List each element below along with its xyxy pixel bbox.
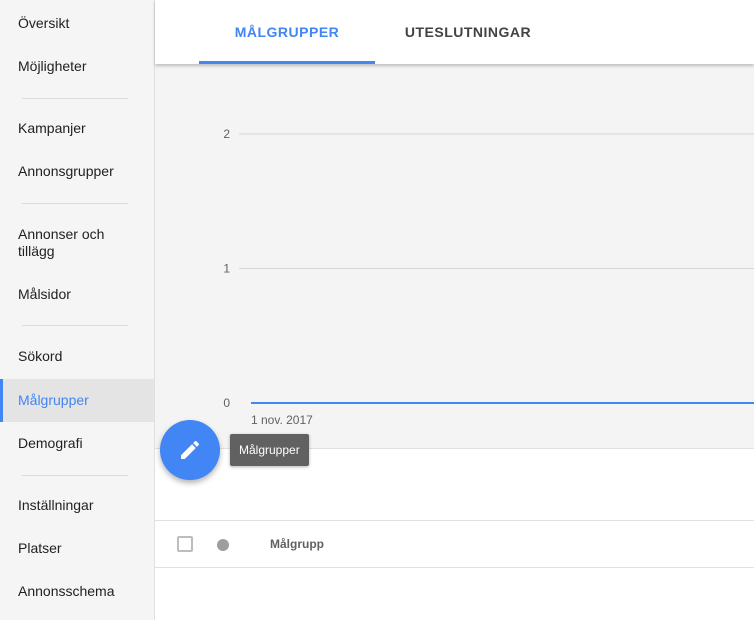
sidebar-item-annonser[interactable]: Annonser och tillägg bbox=[0, 221, 154, 265]
tab-bar: MÅLGRUPPER UTESLUTNINGAR bbox=[155, 0, 754, 64]
sidebar-item-label: Annonsgrupper bbox=[18, 163, 114, 179]
sidebar-item-malsidor[interactable]: Målsidor bbox=[0, 273, 154, 316]
sidebar-item-label: Platser bbox=[18, 540, 62, 556]
sidebar-divider bbox=[22, 203, 128, 204]
sidebar-item-label: Inställningar bbox=[18, 497, 94, 513]
sidebar-item-label: Målsidor bbox=[18, 286, 71, 302]
y-tick-label: 1 bbox=[223, 262, 230, 276]
column-header-malgrupp[interactable]: Målgrupp bbox=[270, 521, 324, 567]
sidebar-divider bbox=[22, 475, 128, 476]
y-tick-label: 2 bbox=[223, 127, 230, 141]
active-tab-indicator bbox=[199, 61, 375, 64]
tab-malgrupper[interactable]: MÅLGRUPPER bbox=[199, 0, 375, 64]
sidebar-divider bbox=[22, 325, 128, 326]
sidebar-item-label: Annonsschema bbox=[18, 583, 115, 599]
sidebar-item-label: Översikt bbox=[18, 15, 70, 31]
sidebar-item-label: Målgrupper bbox=[18, 392, 89, 408]
sidebar-item-label: Annonser och tillägg bbox=[18, 226, 105, 259]
sidebar-item-label: Sökord bbox=[18, 348, 63, 364]
edit-fab-button[interactable] bbox=[160, 420, 220, 480]
tab-label: MÅLGRUPPER bbox=[234, 24, 340, 40]
performance-chart: 2 1 0 1 nov. 2017 bbox=[223, 127, 754, 427]
sidebar-item-kampanjer[interactable]: Kampanjer bbox=[0, 107, 154, 150]
tooltip-text: Målgrupper bbox=[239, 443, 300, 457]
sidebar-item-label: Möjligheter bbox=[18, 58, 87, 74]
table-header: Målgrupp bbox=[155, 520, 754, 568]
fab-tooltip: Målgrupper bbox=[230, 434, 309, 466]
y-tick-label: 0 bbox=[223, 396, 230, 410]
sidebar-item-annonsschema[interactable]: Annonsschema bbox=[0, 570, 154, 613]
sidebar-item-platser[interactable]: Platser bbox=[0, 527, 154, 570]
sidebar-item-sokord[interactable]: Sökord bbox=[0, 335, 154, 378]
sidebar-item-malgrupper[interactable]: Målgrupper bbox=[0, 379, 154, 422]
chart-area: 2 1 0 1 nov. 2017 bbox=[155, 64, 754, 448]
tab-label: UTESLUTNINGAR bbox=[404, 24, 532, 40]
sidebar-item-label: Kampanjer bbox=[18, 120, 86, 136]
sidebar-item-annonsgrupper[interactable]: Annonsgrupper bbox=[0, 150, 154, 193]
status-dot-icon bbox=[217, 539, 229, 551]
sidebar-nav: Översikt Möjligheter Kampanjer Annonsgru… bbox=[0, 0, 155, 620]
pencil-icon bbox=[181, 440, 200, 459]
sidebar-item-demografi[interactable]: Demografi bbox=[0, 422, 154, 465]
tab-uteslutningar[interactable]: UTESLUTNINGAR bbox=[389, 0, 547, 64]
sidebar-item-label: Demografi bbox=[18, 435, 83, 451]
sidebar-item-oversikt[interactable]: Översikt bbox=[0, 2, 154, 45]
x-tick-label: 1 nov. 2017 bbox=[251, 413, 313, 427]
column-header-label: Målgrupp bbox=[270, 537, 324, 551]
sidebar-divider bbox=[22, 98, 128, 99]
select-all-checkbox[interactable] bbox=[177, 536, 193, 552]
sidebar-item-mojligheter[interactable]: Möjligheter bbox=[0, 45, 154, 88]
sidebar-item-installningar[interactable]: Inställningar bbox=[0, 484, 154, 527]
